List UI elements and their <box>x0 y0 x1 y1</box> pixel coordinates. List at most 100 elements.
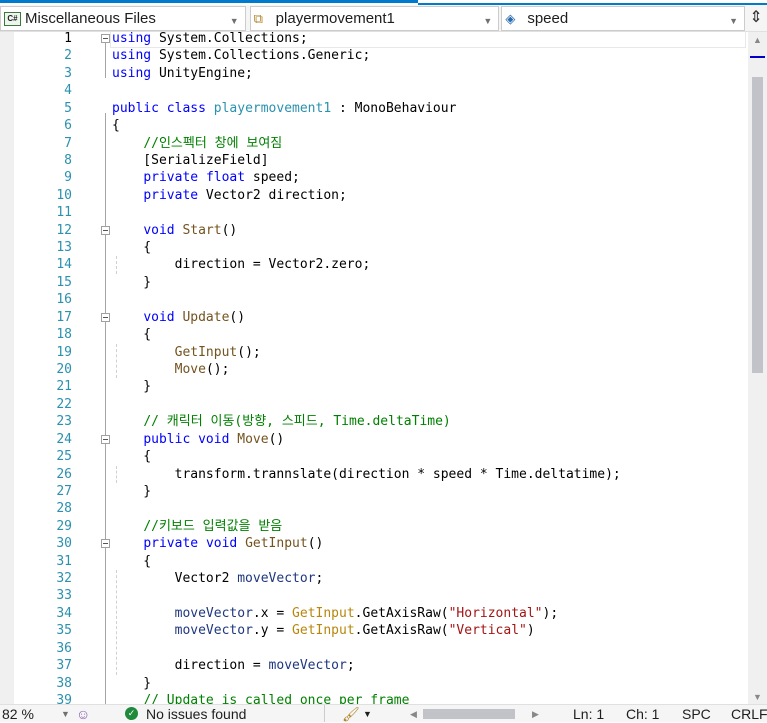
code-line[interactable]: 13 { <box>0 239 748 256</box>
code-line[interactable]: 28 <box>0 500 748 517</box>
code-line[interactable]: 4 <box>0 82 748 99</box>
scroll-down-icon[interactable]: ▼ <box>748 692 767 702</box>
chevron-down-icon: ▼ <box>483 16 493 26</box>
code-line[interactable]: 10 private Vector2 direction; <box>0 187 748 204</box>
code-line[interactable]: 31 { <box>0 553 748 570</box>
collapse-icon[interactable] <box>101 312 110 322</box>
code-token: { <box>112 240 152 256</box>
collapse-icon[interactable] <box>101 34 110 43</box>
vertical-scrollbar[interactable]: ▲ ▼ <box>748 32 767 704</box>
line-number: 2 <box>64 48 72 64</box>
code-line[interactable]: 30 private void GetInput() <box>0 535 748 552</box>
code-line[interactable]: 29 //키보드 입력값을 받음 <box>0 518 748 535</box>
code-line[interactable]: 11 <box>0 204 748 221</box>
scroll-left-icon[interactable]: ◀ <box>410 709 417 720</box>
code-line[interactable]: 22 <box>0 396 748 413</box>
code-line[interactable]: 7 //인스펙터 창에 보여짐 <box>0 135 748 152</box>
code-line[interactable]: 1 using System.Collections; <box>0 32 748 47</box>
scroll-right-icon[interactable]: ▶ <box>532 709 539 720</box>
code-token: { <box>112 553 152 569</box>
code-line[interactable]: 39 // Update is called once per frame <box>0 692 748 704</box>
code-line[interactable]: 15 } <box>0 274 748 291</box>
scroll-up-icon[interactable]: ▲ <box>748 35 767 45</box>
code-line[interactable]: 36 <box>0 640 748 657</box>
code-token: void <box>205 536 238 552</box>
class-dropdown[interactable]: ⧉ playermovement1 ▼ <box>249 6 500 31</box>
code-token: float <box>205 170 246 186</box>
collapse-icon[interactable] <box>101 225 110 235</box>
code-line[interactable]: 37 direction = moveVector; <box>0 657 748 674</box>
code-line[interactable]: 14 direction = Vector2.zero; <box>0 256 748 273</box>
line-number: 11 <box>56 205 72 221</box>
member-dropdown[interactable]: ◈ speed ▼ <box>501 6 746 31</box>
code-text: } <box>112 483 151 500</box>
code-line[interactable]: 26 transform.trannslate(direction * spee… <box>0 466 748 483</box>
line-number: 14 <box>56 257 72 273</box>
code-line[interactable]: 27 } <box>0 483 748 500</box>
line-number: 21 <box>56 379 72 395</box>
csharp-icon: C# <box>4 11 21 26</box>
chevron-down-icon[interactable]: ▼ <box>363 709 372 719</box>
code-token: "Horizontal" <box>448 605 543 621</box>
issues-status[interactable]: No issues found <box>146 706 246 722</box>
copilot-icon[interactable]: ☺ <box>76 706 90 722</box>
project-dropdown[interactable]: C# Miscellaneous Files ▼ <box>0 6 246 31</box>
code-text: Vector2 moveVector; <box>112 570 324 587</box>
code-text: public class playermovement1 : MonoBehav… <box>112 100 456 117</box>
zoom-level[interactable]: 82 % <box>2 706 34 722</box>
spacing-indicator[interactable]: SPC <box>682 706 711 722</box>
code-line[interactable]: 8 [SerializeField] <box>0 152 748 169</box>
code-text: private float speed; <box>112 169 300 186</box>
char-indicator[interactable]: Ch: 1 <box>626 706 659 722</box>
code-token: ) <box>526 623 535 639</box>
line-number: 3 <box>64 65 72 81</box>
code-line[interactable]: 21 } <box>0 378 748 395</box>
code-line[interactable]: 23 // 캐릭터 이동(방향, 스피드, Time.deltaTime) <box>0 413 748 430</box>
code-line[interactable]: 18 { <box>0 326 748 343</box>
code-line[interactable]: 33 <box>0 587 748 604</box>
code-text: direction = moveVector; <box>112 657 355 674</box>
code-line[interactable]: 3 using UnityEngine; <box>0 65 748 82</box>
code-line[interactable]: 6{ <box>0 117 748 134</box>
split-window-icon[interactable]: ⇕ <box>745 5 767 31</box>
collapse-icon[interactable] <box>101 539 110 549</box>
code-cleanup-icon[interactable]: 🖌 <box>342 706 360 723</box>
line-number: 33 <box>56 588 72 604</box>
code-token: : MonoBehaviour <box>331 100 457 116</box>
code-line[interactable]: 20 Move(); <box>0 361 748 378</box>
code-token: .y = <box>252 623 293 639</box>
code-line[interactable]: 5 public class playermovement1 : MonoBeha… <box>0 100 748 117</box>
code-text: } <box>112 378 151 395</box>
code-text: using System.Collections.Generic; <box>112 47 370 64</box>
code-text: direction = Vector2.zero; <box>112 256 371 273</box>
code-line[interactable]: 12 void Start() <box>0 222 748 239</box>
code-line[interactable]: 25 { <box>0 448 748 465</box>
code-token: System.Collections; <box>151 32 308 46</box>
code-line[interactable]: 34 moveVector.x = GetInput.GetAxisRaw("H… <box>0 605 748 622</box>
line-indicator[interactable]: Ln: 1 <box>573 706 604 722</box>
code-text: { <box>112 553 151 570</box>
code-line[interactable]: 35 moveVector.y = GetInput.GetAxisRaw("V… <box>0 622 748 639</box>
chevron-down-icon[interactable]: ▼ <box>61 709 70 719</box>
code-line[interactable]: 38 } <box>0 675 748 692</box>
code-line[interactable]: 9 private float speed; <box>0 169 748 186</box>
code-token: } <box>112 274 152 290</box>
line-number: 30 <box>56 536 72 552</box>
code-line[interactable]: 32 Vector2 moveVector; <box>0 570 748 587</box>
code-line[interactable]: 19 GetInput(); <box>0 344 748 361</box>
code-editor[interactable]: 1 using System.Collections; 2 using System.… <box>0 32 748 704</box>
code-token: moveVector <box>268 658 347 674</box>
horizontal-scrollbar-thumb[interactable] <box>423 709 515 719</box>
line-number: 15 <box>56 274 72 290</box>
code-line[interactable]: 16 <box>0 291 748 308</box>
line-ending-indicator[interactable]: CRLF <box>731 706 767 722</box>
scrollbar-thumb[interactable] <box>752 77 763 373</box>
code-line[interactable]: 24 public void Move() <box>0 431 748 448</box>
code-line[interactable]: 2 using System.Collections.Generic; <box>0 47 748 64</box>
code-line[interactable]: 17 void Update() <box>0 309 748 326</box>
collapse-icon[interactable] <box>101 434 110 444</box>
